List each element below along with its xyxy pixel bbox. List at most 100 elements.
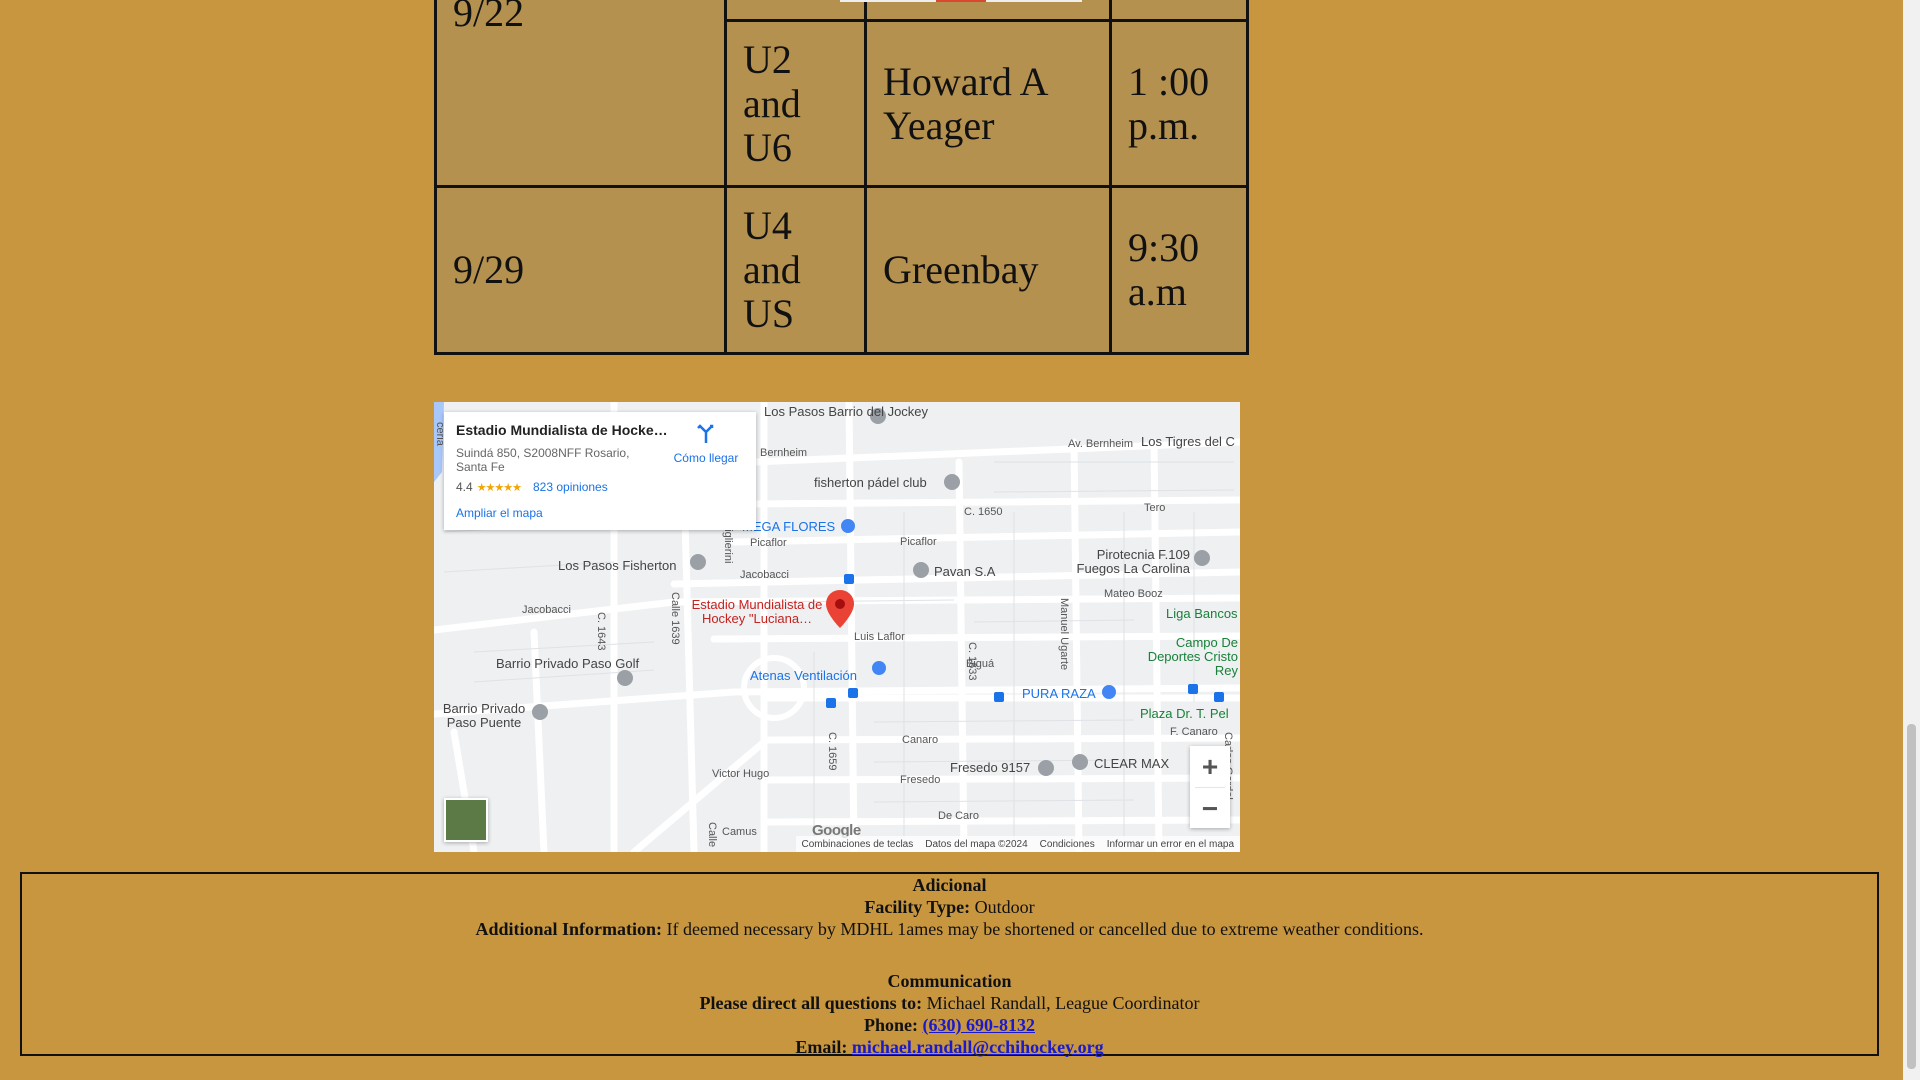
- group-cell: U4 and US: [724, 185, 867, 355]
- group-cell: [724, 0, 867, 22]
- map-label: CLEAR MAX: [1094, 756, 1170, 771]
- terms-link[interactable]: Condiciones: [1040, 839, 1095, 850]
- map-label: PURA RAZA: [1022, 686, 1096, 701]
- report-error-link[interactable]: Informar un error en el mapa: [1107, 839, 1234, 850]
- map-label: Fresedo 9157: [950, 760, 1031, 775]
- additional-label: Additional Information:: [475, 919, 662, 939]
- map-label: De Caro: [938, 810, 979, 822]
- map-label: Los Pasos Barrio del Jockey: [764, 404, 929, 419]
- map-attribution: Combinaciones de teclas Datos del mapa ©…: [795, 836, 1240, 852]
- group-cell: U2 and U6: [724, 19, 867, 188]
- time-cell: 9:30 a.m: [1109, 185, 1249, 355]
- map-label: Luis Laflor: [854, 631, 905, 643]
- map-label: Barrio Privado Paso Puente: [442, 701, 526, 730]
- page: 9/22 U2 and U6 Howard A Yeager 1 :00 p.m…: [0, 0, 1903, 1080]
- email-label: Email:: [795, 1037, 848, 1057]
- location-text: Greenbay: [883, 247, 1039, 292]
- place-name: Estadio Mundialista de Hocke…: [456, 422, 668, 438]
- facility-type-line: Facility Type: Outdoor: [22, 896, 1877, 918]
- communication-heading: Communication: [22, 970, 1877, 992]
- directions-icon: [697, 424, 714, 443]
- date-text: 9/22: [453, 0, 525, 35]
- place-address: Suindá 850, S2008NFF Rosario, Santa Fe: [456, 446, 630, 474]
- directions-label: Cómo llegar: [673, 451, 739, 465]
- location-text: Howard A Yeager: [883, 58, 1047, 148]
- enlarge-map-link[interactable]: Ampliar el mapa: [456, 506, 543, 520]
- time-text: 9:30 a.m: [1128, 225, 1200, 314]
- map-label: Canaro: [902, 734, 939, 746]
- location-cell: [864, 0, 1112, 22]
- map-label: Fresedo: [900, 774, 941, 786]
- map-label: C. 1643: [595, 612, 607, 651]
- map-label: Pirotecnia F.109 Fuegos La Carolina: [1076, 547, 1190, 576]
- map-label: Calle 1639: [669, 592, 681, 645]
- map-label: Bernheim: [760, 447, 808, 459]
- email-link[interactable]: michael.randall@cchihockey.org: [852, 1037, 1104, 1057]
- map-label: Av. Bernheim: [1068, 438, 1134, 450]
- table-row: 9/29 U4 and US Greenbay 9:30 a.m: [434, 185, 1249, 355]
- map-label: Picaflor: [750, 537, 787, 549]
- zoom-control: + −: [1190, 746, 1230, 828]
- scrollbar-thumb[interactable]: [1907, 724, 1916, 1069]
- map-label: fisherton pádel club: [814, 475, 927, 490]
- phone-label: Phone:: [864, 1015, 918, 1035]
- map-label: C. 1633: [966, 642, 978, 681]
- zoom-in-button[interactable]: +: [1190, 746, 1230, 787]
- date-text: 9/29: [453, 247, 525, 292]
- group-text: U2 and U6: [743, 36, 801, 170]
- embedded-map[interactable]: Los Pasos Barrio del Jockey Bernheim Av.…: [434, 402, 1240, 852]
- time-cell: 1 :00 p.m.: [1109, 19, 1249, 188]
- map-label: C. 1650: [964, 506, 1003, 518]
- location-cell: Greenbay: [864, 185, 1112, 355]
- vertical-scrollbar[interactable]: [1903, 0, 1920, 1080]
- place-info-card: Estadio Mundialista de Hocke… Suindá 850…: [444, 412, 756, 530]
- map-label: F. Canaro: [1170, 726, 1218, 738]
- map-label: Jacobacci: [740, 569, 789, 581]
- map-data-text: Datos del mapa ©2024: [925, 838, 1028, 850]
- map-label: Calle: [706, 822, 718, 848]
- table-row: 9/22: [434, 0, 1249, 188]
- phone-link[interactable]: (630) 690-8132: [923, 1015, 1035, 1035]
- directions-button[interactable]: Cómo llegar: [668, 422, 744, 465]
- email-line: Email: michael.randall@cchihockey.org: [22, 1036, 1877, 1058]
- phone-line: Phone: (630) 690-8132: [22, 1014, 1877, 1036]
- map-label: Campo De Deportes Cristo Rey: [1147, 635, 1238, 678]
- rating-value: 4.4: [456, 480, 473, 494]
- map-label: Estadio Mundialista de Hockey "Luciana…: [691, 597, 823, 626]
- facility-value: Outdoor: [974, 897, 1035, 917]
- date-cell: 9/29: [434, 185, 727, 355]
- heading-text: Communication: [887, 971, 1012, 991]
- map-label: Los Pasos Fisherton: [558, 558, 677, 573]
- map-label: Plaza Dr. T. Pel: [1140, 706, 1229, 721]
- heading-text: Adicional: [912, 875, 987, 895]
- map-label: Jacobacci: [522, 604, 571, 616]
- map-label: Barrio Privado Paso Golf: [496, 656, 640, 671]
- place-rating: 4.4 ★★★★★ 823 opiniones: [456, 480, 608, 494]
- map-label: Tero: [1144, 502, 1166, 514]
- satellite-toggle-button[interactable]: [444, 798, 488, 842]
- map-label: Picaflor: [900, 536, 937, 548]
- additional-value: If deemed necessary by MDHL 1ames may be…: [666, 919, 1424, 939]
- location-cell: Howard A Yeager: [864, 19, 1112, 188]
- zoom-out-button[interactable]: −: [1190, 788, 1230, 829]
- info-box: Adicional Facility Type: Outdoor Additio…: [20, 872, 1879, 1058]
- questions-label: Please direct all questions to:: [699, 993, 923, 1013]
- keyboard-shortcuts-link[interactable]: Combinaciones de teclas: [802, 839, 914, 850]
- facility-label: Facility Type:: [864, 897, 971, 917]
- map-label: Camus: [722, 826, 757, 838]
- map-label: Liga Bancos: [1166, 606, 1238, 621]
- questions-value: Michael Randall, League Coordinator: [926, 993, 1200, 1013]
- map-label: Mateo Booz: [1104, 588, 1163, 600]
- map-label: Atenas Ventilación: [750, 668, 857, 683]
- map-label: Los Tigres del C: [1141, 434, 1235, 449]
- additional-info-line: Additional Information: If deemed necess…: [22, 918, 1877, 940]
- date-cell: 9/22: [434, 0, 727, 188]
- star-rating-icon: ★★★★★: [476, 482, 522, 494]
- map-label: Pavan S.A: [934, 564, 996, 579]
- location-pin-icon[interactable]: [826, 590, 854, 628]
- reviews-link[interactable]: 823 opiniones: [533, 480, 608, 494]
- map-label: C. 1659: [826, 732, 838, 771]
- cropped-image-strip: [840, 0, 1082, 2]
- map-label: Manuel Ugarte: [1058, 598, 1070, 671]
- schedule-table: 9/22 U2 and U6 Howard A Yeager 1 :00 p.m…: [434, 0, 1249, 355]
